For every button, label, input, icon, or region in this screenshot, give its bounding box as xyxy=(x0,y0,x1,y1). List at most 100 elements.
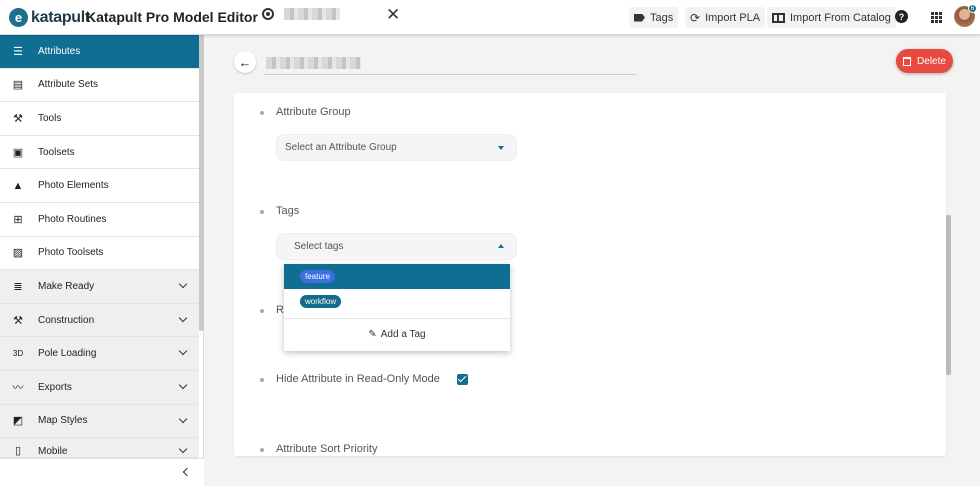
avatar-badge: 6 xyxy=(968,4,977,13)
sidebar-item-label: Attributes xyxy=(38,45,81,57)
attribute-name-field[interactable] xyxy=(264,53,636,75)
tags-button[interactable]: Tags xyxy=(629,7,679,28)
sidebar-item-photo-routines[interactable]: ⊞ Photo Routines xyxy=(0,203,199,237)
sidebar-item-mobile[interactable]: ▯ Mobile xyxy=(0,438,199,459)
logo-text: katapult xyxy=(31,8,90,26)
shapes-icon: ▲ xyxy=(12,179,24,192)
logo-mark-icon: e xyxy=(9,8,28,27)
sidebar-item-label: Photo Toolsets xyxy=(38,247,104,259)
sidebar-scrollbar[interactable] xyxy=(199,35,204,331)
redacted-attribute-name xyxy=(266,57,361,69)
tag-option-feature[interactable]: feature xyxy=(284,264,510,289)
chevron-down-icon xyxy=(178,380,188,390)
import-catalog-label: Import From Catalog xyxy=(790,11,891,24)
model-icon xyxy=(262,8,274,20)
sidebar-item-label: Tools xyxy=(38,112,62,124)
hide-readonly-label: Hide Attribute in Read-Only Mode xyxy=(276,373,440,385)
tags-button-label: Tags xyxy=(650,11,674,24)
sidebar-item-label: Attribute Sets xyxy=(38,79,99,91)
sidebar-item-attributes[interactable]: ☰ Attributes xyxy=(0,35,199,69)
sidebar-item-label: Make Ready xyxy=(38,280,95,292)
sidebar-item-exports[interactable]: 〰 Exports xyxy=(0,370,199,405)
chevron-left-icon xyxy=(182,467,192,477)
sidebar-item-toolsets[interactable]: ▣ Toolsets xyxy=(0,136,199,170)
tag-chip: workflow xyxy=(300,295,342,308)
map-style-icon: ◩ xyxy=(12,415,24,428)
top-bar: e katapult Katapult Pro Model Editor ✕ T… xyxy=(0,0,980,35)
sidebar-item-pole-loading[interactable]: 3D Pole Loading xyxy=(0,337,199,371)
caret-up-icon xyxy=(498,244,504,248)
tags-placeholder: Select tags xyxy=(294,241,344,252)
arrow-left-icon: ← xyxy=(238,54,252,70)
bullet xyxy=(260,210,264,214)
table-icon: ▤ xyxy=(12,79,24,92)
app-title: Katapult Pro Model Editor xyxy=(86,9,258,25)
chevron-down-icon xyxy=(178,414,188,423)
add-tag-button[interactable]: ✎ Add a Tag xyxy=(284,318,510,349)
sidebar-item-construction[interactable]: ⚒ Construction xyxy=(0,303,199,338)
phone-icon: ▯ xyxy=(14,445,22,458)
pencil-icon: ✎ xyxy=(368,328,377,340)
close-icon[interactable]: ✕ xyxy=(386,5,400,25)
chevron-down-icon xyxy=(178,347,188,356)
sort-lines-icon: ≣ xyxy=(13,280,23,293)
tools-icon: ⚒ xyxy=(13,314,23,327)
sidebar-item-map-styles[interactable]: ◩ Map Styles xyxy=(0,404,199,439)
bullet xyxy=(260,378,264,382)
delete-button-label: Delete xyxy=(917,55,946,67)
content-scrollbar[interactable] xyxy=(946,215,951,375)
katapult-logo[interactable]: e katapult xyxy=(9,7,90,28)
model-tab[interactable] xyxy=(262,8,340,20)
caret-down-icon xyxy=(498,146,504,150)
attribute-group-select[interactable]: Select an Attribute Group xyxy=(276,134,517,161)
sidebar-item-make-ready[interactable]: ≣ Make Ready xyxy=(0,270,199,304)
import-catalog-button[interactable]: Import From Catalog xyxy=(767,7,896,28)
collapse-sidebar-button[interactable] xyxy=(0,458,204,486)
sidebar-item-label: Pole Loading xyxy=(38,348,97,360)
sidebar: ☰ Attributes ▤ Attribute Sets ⚒ Tools ▣ … xyxy=(0,35,204,486)
3d-icon: 3D xyxy=(12,349,24,359)
sidebar-item-label: Exports xyxy=(38,381,72,393)
help-icon[interactable]: ? xyxy=(895,10,908,23)
add-tag-label: Add a Tag xyxy=(380,328,426,340)
tools-icon: ⚒ xyxy=(13,112,23,125)
list-icon: ☰ xyxy=(13,45,23,58)
chevron-down-icon xyxy=(178,444,188,454)
obscured-field-label: R xyxy=(276,304,284,316)
sidebar-item-label: Photo Elements xyxy=(38,180,109,192)
trend-icon: 〰 xyxy=(12,382,24,395)
sidebar-item-label: Photo Routines xyxy=(38,213,107,225)
attribute-group-placeholder: Select an Attribute Group xyxy=(285,142,397,153)
delete-button[interactable]: Delete xyxy=(896,49,953,73)
bullet xyxy=(260,448,264,452)
image-stack-icon: ▨ xyxy=(12,247,24,260)
toolbox-icon: ▣ xyxy=(12,146,24,159)
sidebar-item-label: Map Styles xyxy=(38,415,88,427)
tag-icon xyxy=(634,13,645,22)
sidebar-item-photo-elements[interactable]: ▲ Photo Elements xyxy=(0,169,199,203)
sidebar-item-attribute-sets[interactable]: ▤ Attribute Sets xyxy=(0,69,199,103)
tag-option-workflow[interactable]: workflow xyxy=(284,289,510,314)
sort-priority-label: Attribute Sort Priority xyxy=(276,443,378,455)
apps-grid-icon[interactable] xyxy=(931,12,942,23)
import-pla-button[interactable]: ⟳ Import PLA xyxy=(685,7,766,28)
sidebar-item-photo-toolsets[interactable]: ▨ Photo Toolsets xyxy=(0,237,199,271)
sync-icon: ⟳ xyxy=(690,10,701,25)
tags-select[interactable]: Select tags xyxy=(276,233,517,260)
sidebar-item-label: Toolsets xyxy=(38,146,75,158)
chevron-down-icon xyxy=(178,279,188,289)
hide-readonly-checkbox[interactable] xyxy=(457,374,468,385)
back-button[interactable]: ← xyxy=(234,51,256,73)
chevron-down-icon xyxy=(178,313,188,322)
tags-dropdown: feature workflow ✎ Add a Tag xyxy=(284,264,510,351)
tag-chip: feature xyxy=(300,270,335,283)
import-pla-label: Import PLA xyxy=(705,11,761,24)
trash-icon xyxy=(903,56,912,66)
sidebar-item-tools[interactable]: ⚒ Tools xyxy=(0,102,199,136)
redacted-model-name xyxy=(284,8,340,20)
bullet xyxy=(260,309,264,313)
sidebar-item-label: Construction xyxy=(38,314,95,326)
tags-label: Tags xyxy=(276,205,300,217)
attribute-group-label: Attribute Group xyxy=(276,106,351,118)
sidebar-item-label: Mobile xyxy=(38,446,68,458)
